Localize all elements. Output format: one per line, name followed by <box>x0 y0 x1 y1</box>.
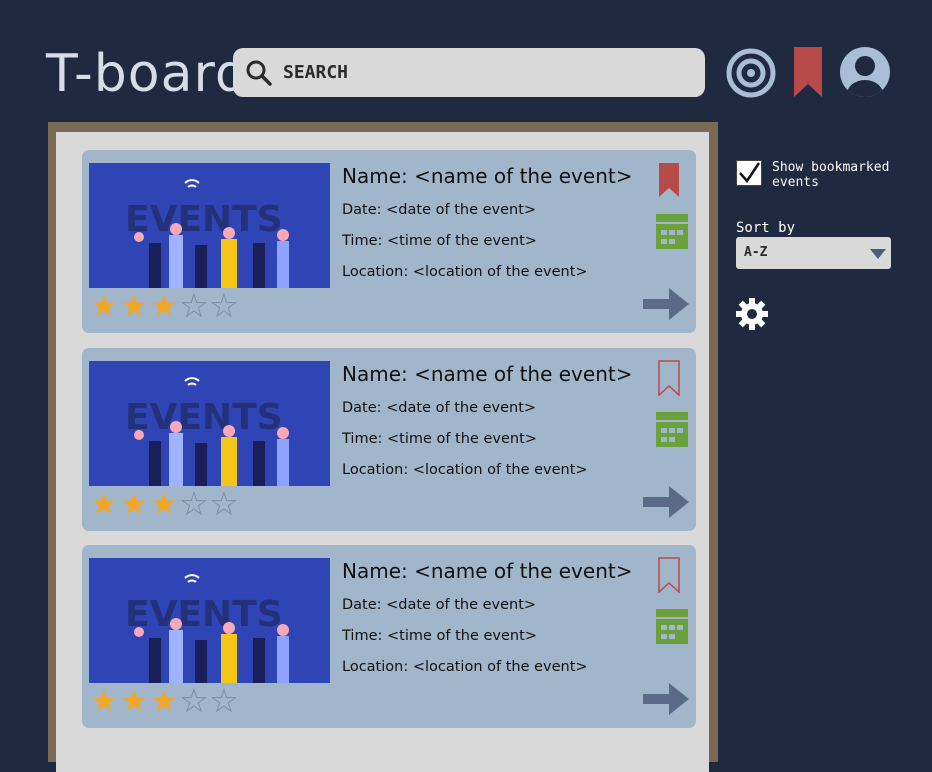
search-bar[interactable]: SEARCH <box>233 48 705 97</box>
star-empty-icon[interactable]: ★ <box>209 489 239 520</box>
app-logo: T-board <box>46 44 249 104</box>
bookmark-icon[interactable] <box>658 360 680 396</box>
bookmark-icon[interactable] <box>658 557 680 593</box>
star-filled-icon[interactable]: ★ <box>149 490 179 520</box>
search-icon <box>246 60 272 86</box>
app-logo-text: T-board <box>46 44 249 104</box>
calendar-icon[interactable] <box>656 412 688 447</box>
event-image: EVENTS <box>89 163 330 288</box>
calendar-icon[interactable] <box>656 609 688 644</box>
star-empty-icon[interactable]: ★ <box>179 489 209 520</box>
event-card[interactable]: EVENTS Name: <name of the event> Date: <… <box>82 545 696 728</box>
bookmark-icon[interactable] <box>658 162 680 198</box>
event-list: EVENTS Name: <name of the event> Date: <… <box>56 132 709 772</box>
event-location: Location: <location of the event> <box>342 264 588 280</box>
gear-icon[interactable] <box>735 297 769 331</box>
event-image: EVENTS <box>89 558 330 683</box>
event-name: Name: <name of the event> <box>342 362 633 386</box>
arrow-right-icon[interactable] <box>643 683 689 715</box>
event-card[interactable]: EVENTS Name: <name of the event> Date: <… <box>82 348 696 531</box>
user-avatar-icon[interactable] <box>839 46 891 98</box>
show-bookmarked-checkbox[interactable] <box>736 160 762 186</box>
star-empty-icon[interactable]: ★ <box>209 291 239 322</box>
event-date: Date: <date of the event> <box>342 400 537 416</box>
sort-select[interactable]: A-Z <box>736 237 891 269</box>
star-filled-icon[interactable]: ★ <box>89 292 119 322</box>
calendar-icon[interactable] <box>656 214 688 249</box>
rating-stars[interactable]: ★ ★ ★ ★ ★ <box>89 291 239 322</box>
star-filled-icon[interactable]: ★ <box>119 687 149 717</box>
bookmarks-icon[interactable] <box>794 47 822 97</box>
checkmark-icon <box>739 162 761 184</box>
rating-stars[interactable]: ★ ★ ★ ★ ★ <box>89 489 239 520</box>
event-time: Time: <time of the event> <box>342 628 537 644</box>
show-bookmarked-toggle[interactable]: Show bookmarked events <box>736 160 902 190</box>
event-image: EVENTS <box>89 361 330 486</box>
star-empty-icon[interactable]: ★ <box>179 686 209 717</box>
star-filled-icon[interactable]: ★ <box>89 687 119 717</box>
event-date: Date: <date of the event> <box>342 202 537 218</box>
event-time: Time: <time of the event> <box>342 233 537 249</box>
event-image-text: EVENTS <box>125 397 283 438</box>
sort-select-value: A-Z <box>744 245 768 260</box>
rating-stars[interactable]: ★ ★ ★ ★ ★ <box>89 686 239 717</box>
event-date: Date: <date of the event> <box>342 597 537 613</box>
star-filled-icon[interactable]: ★ <box>119 490 149 520</box>
event-name: Name: <name of the event> <box>342 164 633 188</box>
star-empty-icon[interactable]: ★ <box>209 686 239 717</box>
target-icon[interactable] <box>725 47 777 99</box>
arrow-right-icon[interactable] <box>643 288 689 320</box>
event-location: Location: <location of the event> <box>342 659 588 675</box>
event-card[interactable]: EVENTS Name: <name of the event> Date: <… <box>82 150 696 333</box>
star-filled-icon[interactable]: ★ <box>149 292 179 322</box>
event-time: Time: <time of the event> <box>342 431 537 447</box>
event-name: Name: <name of the event> <box>342 559 633 583</box>
star-filled-icon[interactable]: ★ <box>89 490 119 520</box>
event-location: Location: <location of the event> <box>342 462 588 478</box>
event-board: EVENTS Name: <name of the event> Date: <… <box>48 122 718 772</box>
star-filled-icon[interactable]: ★ <box>149 687 179 717</box>
event-image-text: EVENTS <box>125 199 283 240</box>
event-image-text: EVENTS <box>125 594 283 635</box>
arrow-right-icon[interactable] <box>643 486 689 518</box>
search-input[interactable]: SEARCH <box>283 62 348 83</box>
sort-by-label: Sort by <box>736 220 796 236</box>
star-empty-icon[interactable]: ★ <box>179 291 209 322</box>
show-bookmarked-label: Show bookmarked events <box>772 160 890 190</box>
star-filled-icon[interactable]: ★ <box>119 292 149 322</box>
chevron-down-icon <box>870 249 886 259</box>
